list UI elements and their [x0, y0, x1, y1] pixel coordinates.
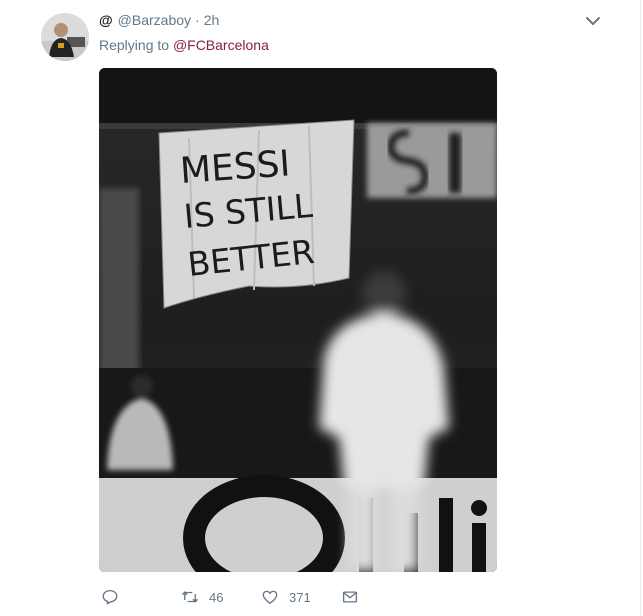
like-button[interactable]: 371	[261, 585, 311, 609]
timeline-border	[640, 0, 641, 616]
heart-icon	[262, 590, 278, 605]
tweet-header: @ @Barzaboy · 2h	[99, 11, 219, 29]
replying-to-line: Replying to @FCBarcelona	[99, 36, 269, 54]
stadium-photo: MESSI IS STILL BETTER	[99, 68, 497, 572]
replying-to-mention[interactable]: @FCBarcelona	[173, 37, 269, 53]
reply-icon	[102, 589, 118, 605]
avatar[interactable]	[41, 13, 89, 61]
replying-to-label: Replying to	[99, 37, 170, 53]
banner-line-1: MESSI	[179, 143, 292, 192]
timestamp[interactable]: 2h	[204, 12, 220, 28]
user-handle[interactable]: @Barzaboy	[118, 12, 191, 28]
tweet-actions: 46 371	[99, 585, 419, 609]
retweet-count: 46	[209, 589, 224, 605]
reply-button[interactable]	[101, 585, 119, 609]
retweet-button[interactable]: 46	[181, 585, 223, 609]
direct-message-button[interactable]	[341, 585, 359, 609]
envelope-icon	[342, 591, 358, 603]
at-sign-icon: @	[99, 12, 113, 28]
tweet-photo[interactable]: MESSI IS STILL BETTER	[99, 68, 497, 572]
avatar-image	[41, 13, 89, 61]
like-count: 371	[289, 589, 311, 605]
separator-dot: ·	[195, 12, 200, 28]
retweet-icon	[181, 591, 199, 603]
chevron-down-icon	[586, 17, 600, 25]
more-options-button[interactable]	[583, 11, 603, 31]
